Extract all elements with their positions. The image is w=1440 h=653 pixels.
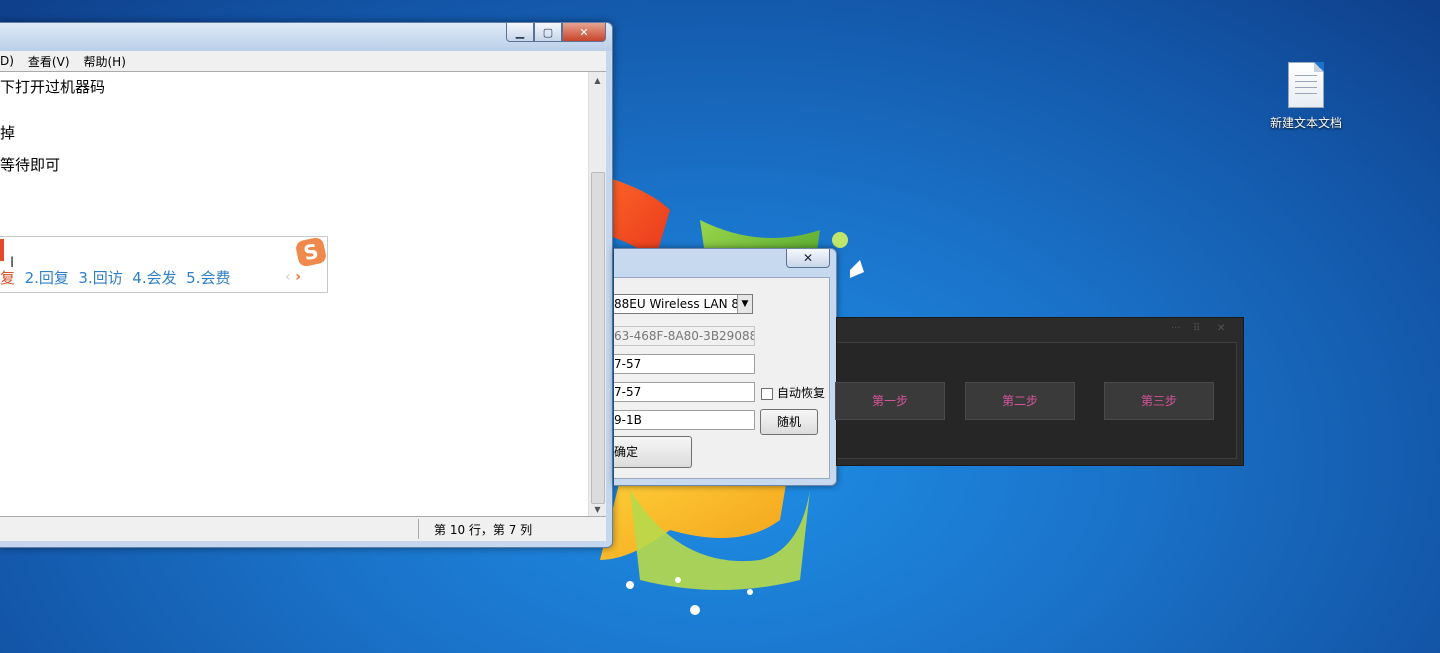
notepad-statusbar: 第 10 行，第 7 列 — [0, 516, 606, 541]
step-2-button[interactable]: 第二步 — [965, 382, 1075, 420]
sogou-ime-icon[interactable]: S — [294, 236, 328, 268]
ime-candidate-window: I S 复 2.回复 3.回访 4.会发 5.会费 ‹ › — [0, 236, 328, 293]
ime-candidate-4[interactable]: 4.会发 — [132, 269, 176, 287]
dialog-close-button[interactable]: ✕ — [786, 249, 830, 268]
tool-window: ··· ⠿ ✕ 第一步 第二步 第三步 — [835, 317, 1244, 466]
chevron-down-icon[interactable]: ▼ — [737, 295, 752, 313]
ok-button[interactable]: 确定 — [614, 436, 692, 468]
desktop-icon-new-text-document[interactable]: 新建文本文档 — [1266, 62, 1346, 131]
scroll-thumb[interactable] — [591, 172, 605, 504]
step-3-button[interactable]: 第三步 — [1104, 382, 1214, 420]
auto-restore-label: 自动恢复 — [777, 386, 826, 400]
ime-candidate-2[interactable]: 2.回复 — [25, 269, 69, 287]
current-mac-field[interactable]: 7-57 — [614, 354, 755, 374]
ime-composition-marker — [0, 239, 4, 261]
minimize-icon: ▁ — [515, 25, 525, 39]
vertical-scrollbar[interactable]: ▲ ▼ — [588, 72, 606, 518]
resize-icon[interactable]: ⠿ — [1193, 324, 1207, 334]
close-icon: ✕ — [579, 25, 589, 39]
checkbox-icon[interactable] — [761, 387, 773, 400]
network-adapter-select[interactable]: 88EU Wireless LAN 802 ▼ — [614, 294, 753, 314]
menu-view[interactable]: 查看(V) — [28, 53, 70, 70]
maximize-button[interactable]: ▢ — [534, 23, 562, 42]
adapter-value: 88EU Wireless LAN 802 — [614, 297, 753, 311]
ime-page-nav: ‹ › — [285, 269, 301, 285]
ime-candidate-1[interactable]: 复 — [0, 269, 15, 287]
text-line: 掉 — [0, 124, 16, 142]
menu-help[interactable]: 帮助(H) — [84, 53, 126, 70]
cursor-position: 第 10 行，第 7 列 — [434, 523, 533, 537]
maximize-icon: ▢ — [542, 25, 554, 39]
notepad-titlebar[interactable]: ▁ ▢ ✕ — [0, 23, 612, 51]
close-button[interactable]: ✕ — [562, 23, 606, 42]
ime-candidates: 复 2.回复 3.回访 4.会发 5.会费 — [0, 267, 230, 288]
more-icon[interactable]: ··· — [1171, 324, 1185, 334]
tool-window-header[interactable]: ··· ⠿ ✕ — [837, 318, 1243, 342]
random-button[interactable]: 随机 — [760, 409, 818, 435]
auto-restore-checkbox[interactable]: 自动恢复 — [761, 384, 825, 401]
mac-changer-dialog: ✕ 88EU Wireless LAN 802 ▼ 63-468F-8A80-3… — [614, 248, 837, 486]
new-mac-field[interactable]: 9-1B — [614, 410, 755, 430]
adapter-guid-field: 63-468F-8A80-3B290887 — [614, 326, 755, 346]
original-mac-field[interactable]: 7-57 — [614, 382, 755, 402]
text-line: 下打开过机器码 — [0, 78, 106, 96]
notepad-editor[interactable]: 下打开过机器码 掉 等待即可 ▲ ▼ — [0, 71, 606, 518]
ime-candidate-3[interactable]: 3.回访 — [78, 269, 122, 287]
ime-next-page-icon[interactable]: › — [295, 269, 301, 285]
close-icon[interactable]: ✕ — [1217, 324, 1231, 334]
scroll-up-icon[interactable]: ▲ — [589, 72, 606, 89]
text-document-icon — [1288, 62, 1324, 108]
close-icon: ✕ — [802, 251, 814, 265]
desktop-icon-label: 新建文本文档 — [1269, 116, 1342, 130]
ime-prev-page-icon[interactable]: ‹ — [285, 269, 291, 285]
notepad-menubar: D) 查看(V) 帮助(H) — [0, 51, 606, 71]
menu-format[interactable]: D) — [0, 54, 14, 68]
minimize-button[interactable]: ▁ — [506, 23, 534, 42]
step-1-button[interactable]: 第一步 — [835, 382, 945, 420]
text-line: 等待即可 — [0, 156, 61, 174]
ime-candidate-5[interactable]: 5.会费 — [186, 269, 230, 287]
